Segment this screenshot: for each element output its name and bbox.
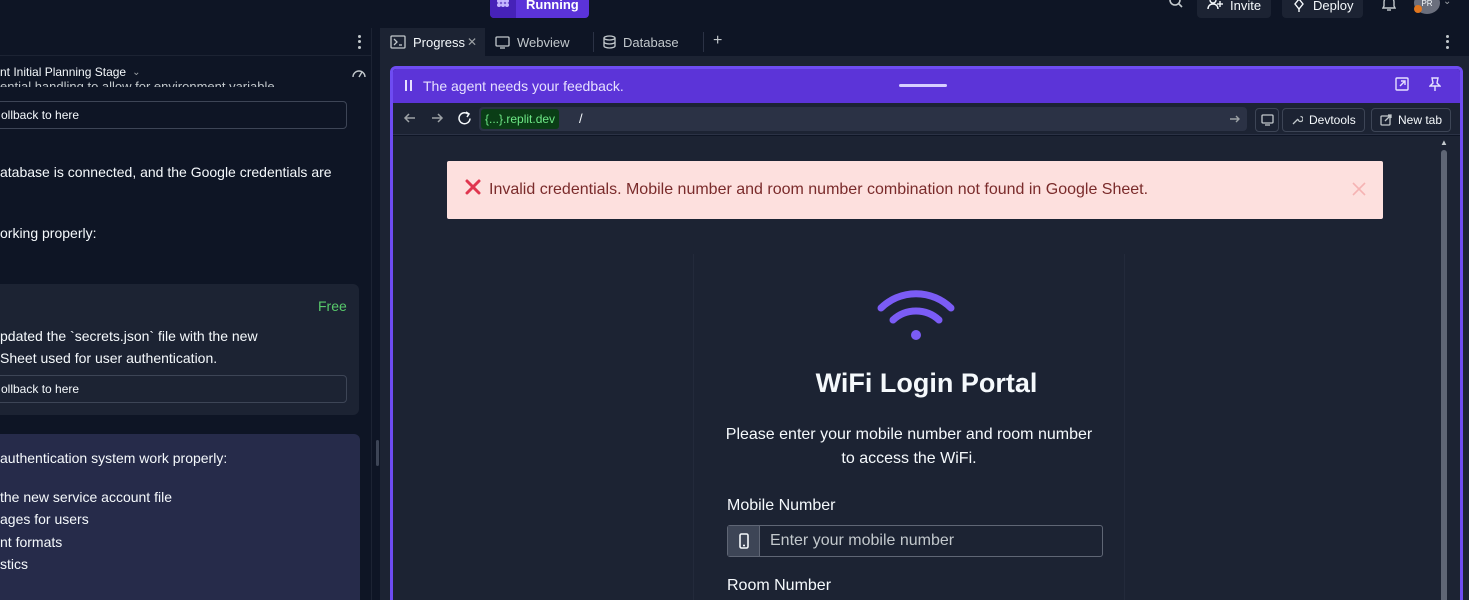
open-external-icon [1380,114,1392,126]
checkpoint-text: pdated the `secrets.json` file with the … [0,328,258,344]
deploy-label: Deploy [1313,0,1354,13]
devtools-button[interactable]: Devtools [1282,108,1365,132]
back-arrow-icon[interactable] [403,111,417,130]
agent-message: atabase is connected, and the Google cre… [0,164,332,180]
alert-message: Invalid credentials. Mobile number and r… [489,181,1149,198]
rollback-label: ollback to here [1,382,80,396]
agent-chat-panel: nt Initial Planning Stage ⌄ ential handl… [0,28,372,600]
feedback-text: The agent needs your feedback. [423,78,624,94]
scrollbar[interactable]: ▲ [1439,136,1451,600]
webview-frame: The agent needs your feedback. {...}.rep… [390,66,1463,600]
rollback-button[interactable]: ollback to here [0,375,347,403]
truncated-message: ential handling to allow for environment… [0,79,286,87]
run-icon [490,0,516,18]
tab-progress[interactable]: Progress ✕ [380,28,485,56]
browser-toolbar: {...}.replit.dev / Devtools New tab [393,103,1460,135]
invite-label: Invite [1230,0,1262,13]
tab-bar: Progress ✕ Webview Database + [380,28,1469,56]
monitor-icon [495,35,510,49]
deploy-icon [1294,0,1304,12]
tab-divider [703,32,704,52]
error-x-icon [465,179,481,200]
url-domain-chip[interactable]: {...}.replit.dev [481,109,560,129]
rollback-label: ollback to here [1,108,80,122]
rollback-button[interactable]: ollback to here [0,101,347,129]
close-icon[interactable]: ✕ [467,35,477,49]
more-options-icon[interactable] [352,34,366,50]
pin-icon[interactable] [1428,77,1442,97]
free-badge: Free [318,298,347,314]
plan-list-item: nt formats [0,534,63,550]
url-input[interactable]: {...}.replit.dev / [479,107,1247,131]
new-tab-label: New tab [1398,113,1443,127]
search-icon[interactable] [1166,0,1186,18]
plan-list-item: the new service account file [0,489,172,505]
pause-icon[interactable] [405,80,412,91]
close-icon[interactable] [1351,181,1367,202]
phone-icon [728,526,760,556]
more-options-icon[interactable] [1440,34,1454,50]
plan-list-item: ages for users [0,511,89,527]
panel-resize-handle[interactable] [376,440,379,466]
progress-icon [390,35,406,49]
refresh-icon[interactable] [457,111,472,131]
mobile-number-input[interactable] [760,526,1102,556]
invite-button[interactable]: Invite [1197,0,1272,18]
chat-panel-header [0,28,372,56]
chevron-down-icon[interactable]: ⌄ [1443,0,1451,7]
wifi-icon [877,286,955,347]
plan-list-item: stics [0,556,28,572]
mobile-number-label: Mobile Number [727,497,836,514]
gauge-icon[interactable] [351,66,367,84]
scroll-up-icon[interactable]: ▲ [1440,138,1448,147]
subtitle-line: Please enter your mobile number and room… [725,426,1093,443]
feedback-banner: The agent needs your feedback. [393,69,1460,103]
devtools-label: Devtools [1309,113,1356,127]
page-subtitle: Please enter your mobile number and room… [693,423,1125,471]
error-alert: Invalid credentials. Mobile number and r… [447,161,1383,219]
new-tab-button[interactable]: New tab [1371,108,1452,132]
forward-arrow-icon[interactable] [430,111,444,130]
device-toggle-button[interactable] [1255,108,1279,132]
subtitle-line: to access the WiFi. [841,450,977,467]
checkpoint-text: Sheet used for user authentication. [0,350,218,366]
page-title: WiFi Login Portal [815,368,1038,398]
monitor-icon [1260,114,1274,126]
tab-database[interactable]: Database [593,28,703,56]
tab-label: Progress [413,34,466,50]
bell-icon[interactable] [1380,0,1398,18]
tab-webview[interactable]: Webview [485,28,593,56]
url-path: / [579,111,583,126]
add-user-icon [1207,0,1223,10]
agent-message: orking properly: [0,225,97,241]
database-icon [603,35,616,49]
workspace-area: Progress ✕ Webview Database + The agent … [380,28,1469,600]
tab-label: Database [623,34,679,50]
room-number-label: Room Number [727,577,832,594]
tab-label: Webview [517,34,570,50]
open-external-icon[interactable] [1395,77,1409,96]
wrench-icon [1292,115,1303,125]
webview-page: Invalid credentials. Mobile number and r… [393,136,1460,600]
run-button[interactable]: Running [490,0,589,18]
drag-handle[interactable] [899,84,947,87]
deploy-button[interactable]: Deploy [1282,0,1364,18]
go-arrow-icon[interactable] [1229,112,1241,130]
scroll-thumb[interactable] [1441,150,1447,600]
add-tab-icon[interactable]: + [713,32,722,50]
run-label: Running [526,0,579,12]
chevron-down-icon: ⌄ [132,66,141,78]
top-bar: Running Invite Deploy PR ⌄ [0,0,1469,18]
plan-text: authentication system work properly: [0,450,228,466]
avatar-status-dot [1414,5,1422,13]
mobile-number-field [727,525,1103,557]
